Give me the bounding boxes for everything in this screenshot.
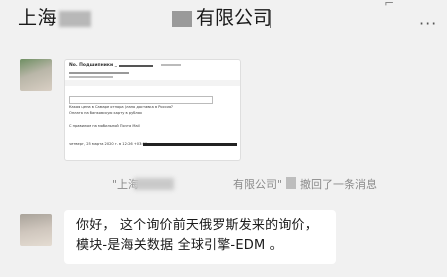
doc-line <box>161 64 181 66</box>
avatar[interactable] <box>20 214 52 246</box>
redacted-block <box>134 178 174 190</box>
recall-middle: 有限公司" <box>233 178 283 191</box>
chat-header: 上海 有限公司 ⌐ ··· <box>0 0 447 36</box>
doc-date-line: четверг, 25 марта 2020 г. в 12:26 +03:00 <box>69 142 148 146</box>
doc-text-line: Оплата на банковскую карту в рублях <box>69 111 142 115</box>
message-text: 你好， 这个询价前天俄罗斯发来的询价， 模块-是海关数据 全球引擎-EDM 。 <box>76 218 318 253</box>
redacted-line <box>119 65 153 67</box>
doc-line <box>69 72 129 74</box>
redacted-block <box>286 177 296 189</box>
chat-title-prefix: 上海 <box>18 7 58 29</box>
doc-text-line: С правилом на мобильной Почта Mail <box>69 124 140 128</box>
chat-title-suffix: 有限公司 <box>196 7 273 29</box>
redacted-block <box>172 10 192 27</box>
doc-header: No. Подшипники _ <box>69 63 117 68</box>
text-caret <box>270 10 271 28</box>
doc-text-line: Какая цена в Самаре отпора (лано доставк… <box>69 105 173 109</box>
document-message[interactable]: No. Подшипники _ Какая цена в Самаре отп… <box>64 59 241 161</box>
doc-field <box>69 96 213 104</box>
text-message[interactable]: 你好， 这个询价前天俄罗斯发来的询价， 模块-是海关数据 全球引擎-EDM 。 <box>64 210 336 264</box>
chat-title-suffix-group: 有限公司 <box>172 6 272 30</box>
recall-text: 撤回了一条消息 <box>300 178 377 191</box>
avatar[interactable] <box>20 59 52 91</box>
pin-icon[interactable]: ⌐ <box>384 0 394 10</box>
doc-line <box>69 76 113 78</box>
redacted-line <box>143 143 237 146</box>
more-icon[interactable]: ··· <box>419 14 437 33</box>
redacted-block <box>59 10 92 27</box>
chat-title: 上海 <box>18 6 93 30</box>
doc-toolbar <box>65 80 240 86</box>
